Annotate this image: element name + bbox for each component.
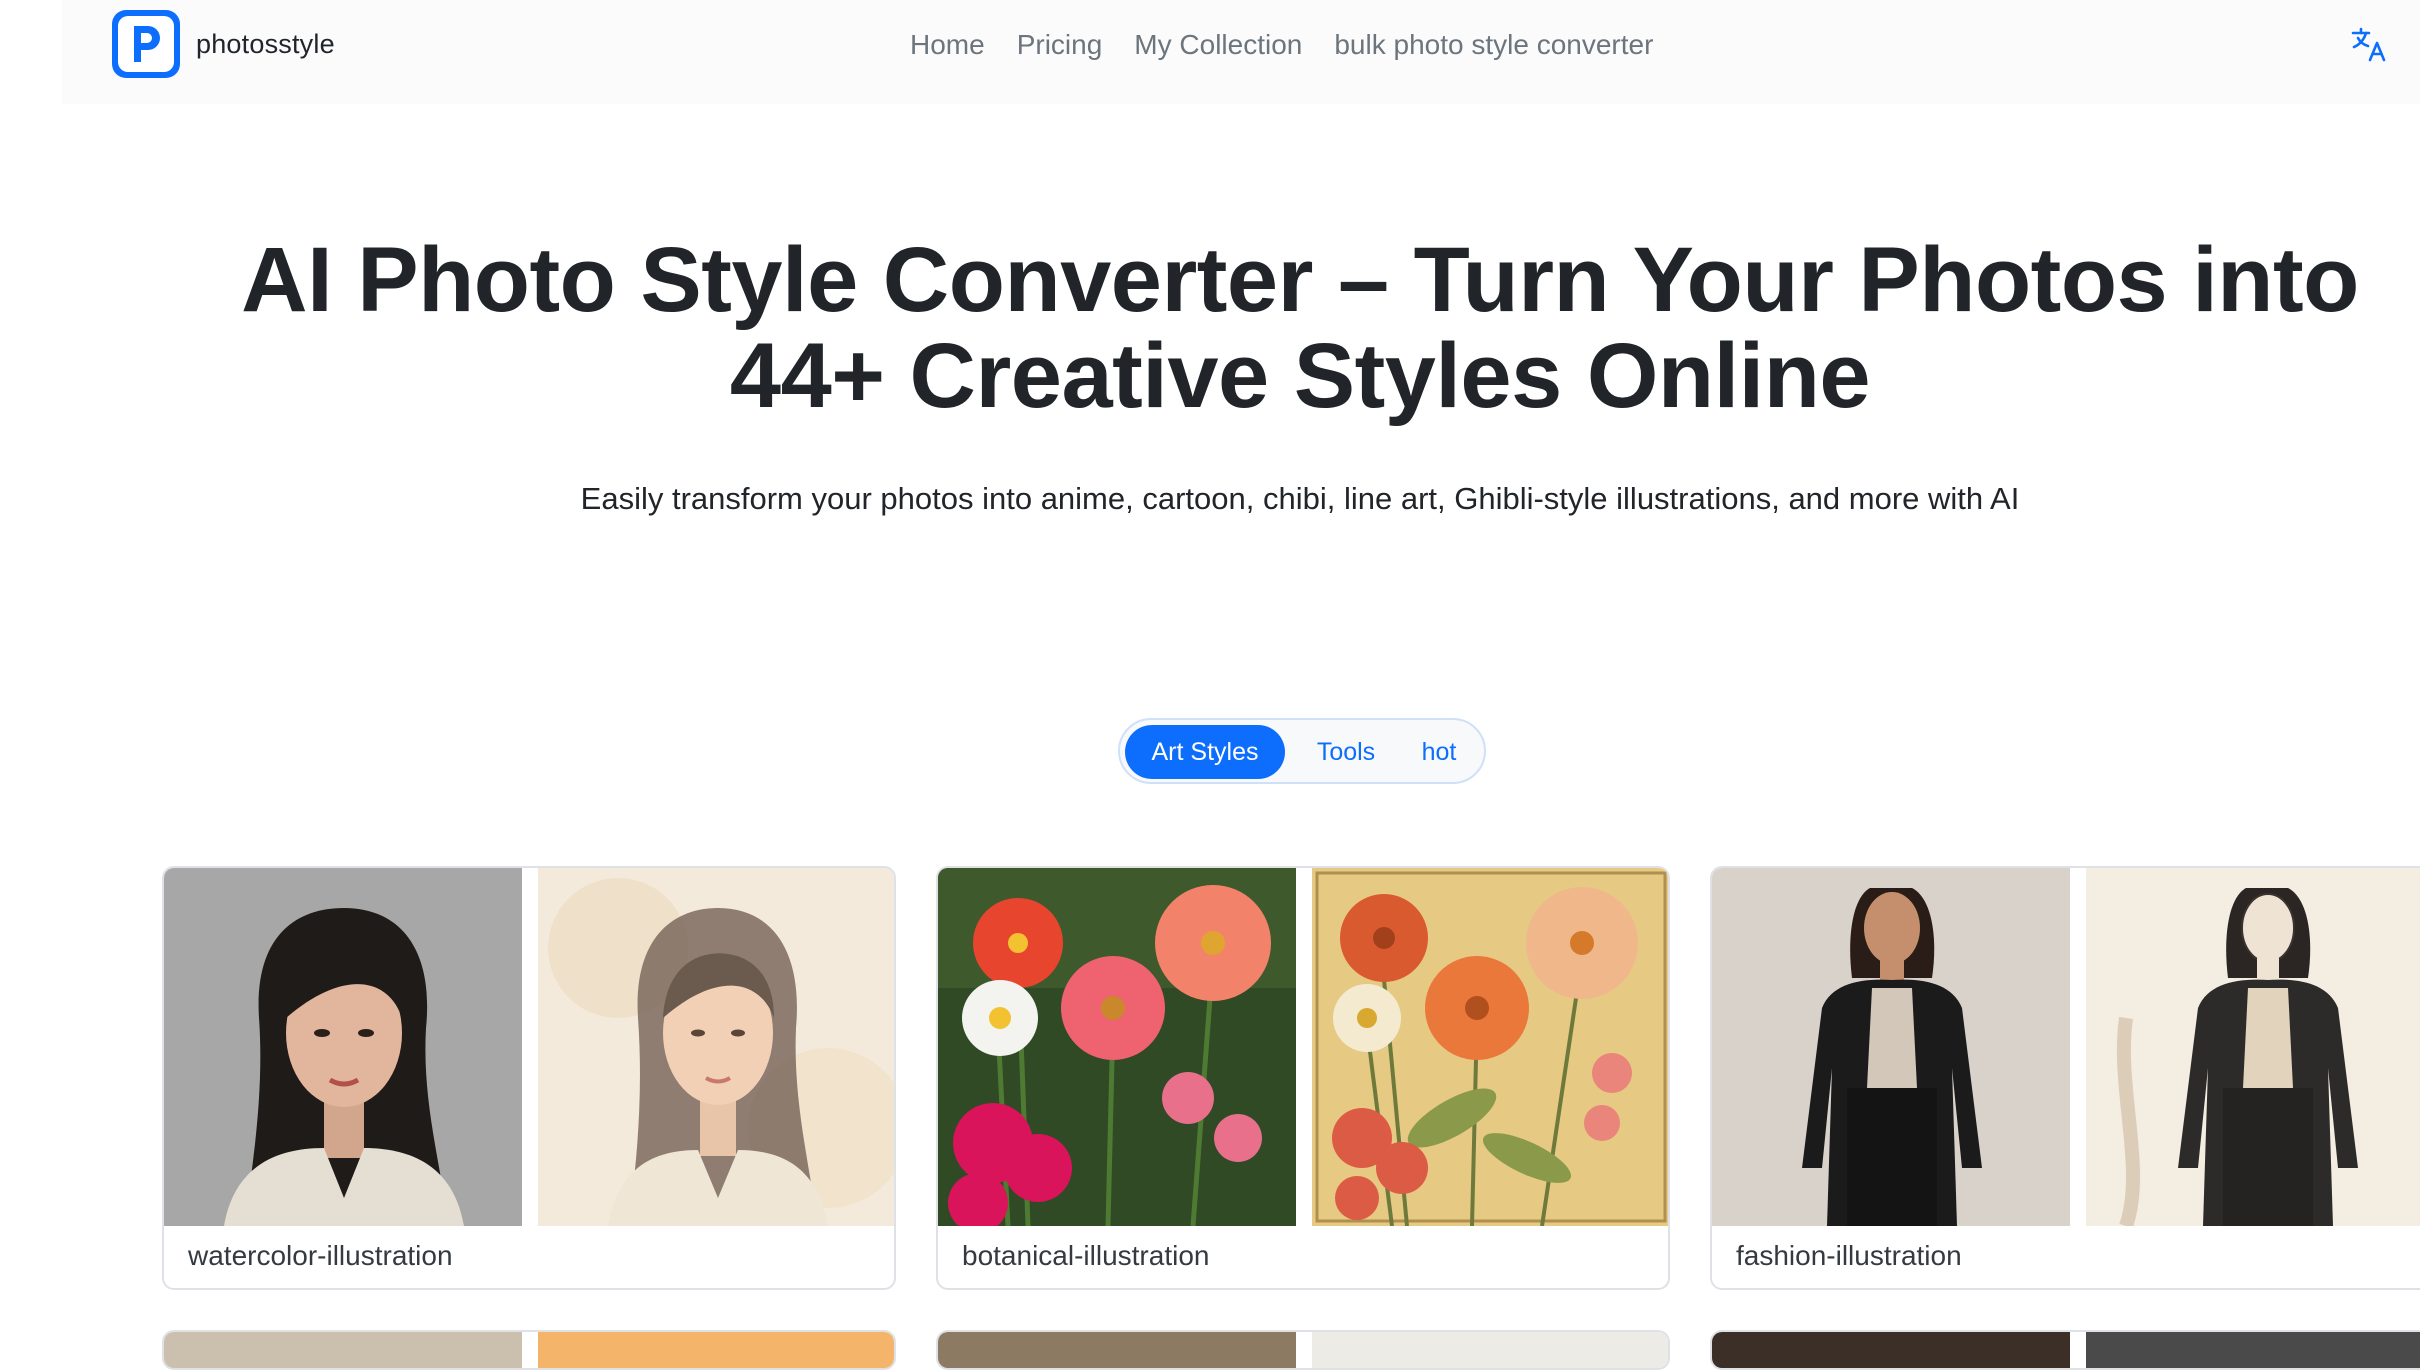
style-card-next-row[interactable] bbox=[936, 1330, 1670, 1370]
nav-link-pricing[interactable]: Pricing bbox=[1017, 29, 1103, 61]
before-image-fashion bbox=[1712, 868, 2070, 1226]
tab-tools[interactable]: Tools bbox=[1292, 725, 1400, 779]
card-label: fashion-illustration bbox=[1736, 1240, 1962, 1271]
brand-name: photosstyle bbox=[196, 28, 335, 59]
brand-logo-icon bbox=[112, 10, 180, 78]
after-image-fashion-sketch bbox=[2086, 868, 2420, 1226]
page-title-line-1: AI Photo Style Converter – Turn Your Pho… bbox=[241, 229, 2359, 331]
after-image-botanical bbox=[1312, 868, 1668, 1226]
card-label: botanical-illustration bbox=[962, 1240, 1210, 1271]
style-card-next-row[interactable] bbox=[162, 1330, 896, 1370]
style-card-next-row[interactable] bbox=[1710, 1330, 2420, 1370]
nav-links: Home Pricing My Collection bulk photo st… bbox=[910, 22, 1685, 68]
page-title-line-2: 44+ Creative Styles Online bbox=[729, 325, 1871, 427]
style-card-botanical[interactable]: botanical-illustration bbox=[936, 866, 1670, 1290]
nav-link-home[interactable]: Home bbox=[910, 29, 985, 61]
brand-link[interactable]: photosstyle bbox=[112, 10, 335, 78]
nav-link-bulk-converter[interactable]: bulk photo style converter bbox=[1334, 29, 1653, 61]
before-image-flowers bbox=[938, 868, 1296, 1226]
card-label: watercolor-illustration bbox=[188, 1240, 453, 1271]
category-tabs: Art Styles Tools hot bbox=[1118, 718, 1486, 784]
tab-hot[interactable]: hot bbox=[1402, 725, 1476, 779]
page-subtitle: Easily transform your photos into anime,… bbox=[580, 481, 2020, 516]
after-image-watercolor bbox=[538, 868, 894, 1226]
translate-icon[interactable] bbox=[2350, 24, 2390, 64]
tab-art-styles[interactable]: Art Styles bbox=[1125, 725, 1285, 779]
before-image-portrait bbox=[164, 868, 522, 1226]
top-navbar: photosstyle Home Pricing My Collection b… bbox=[62, 0, 2420, 104]
style-card-fashion[interactable]: fashion-illustration bbox=[1710, 866, 2420, 1290]
page-title: AI Photo Style Converter – Turn Your Pho… bbox=[150, 232, 2420, 424]
nav-link-my-collection[interactable]: My Collection bbox=[1134, 29, 1302, 61]
style-card-watercolor[interactable]: watercolor-illustration bbox=[162, 866, 896, 1290]
